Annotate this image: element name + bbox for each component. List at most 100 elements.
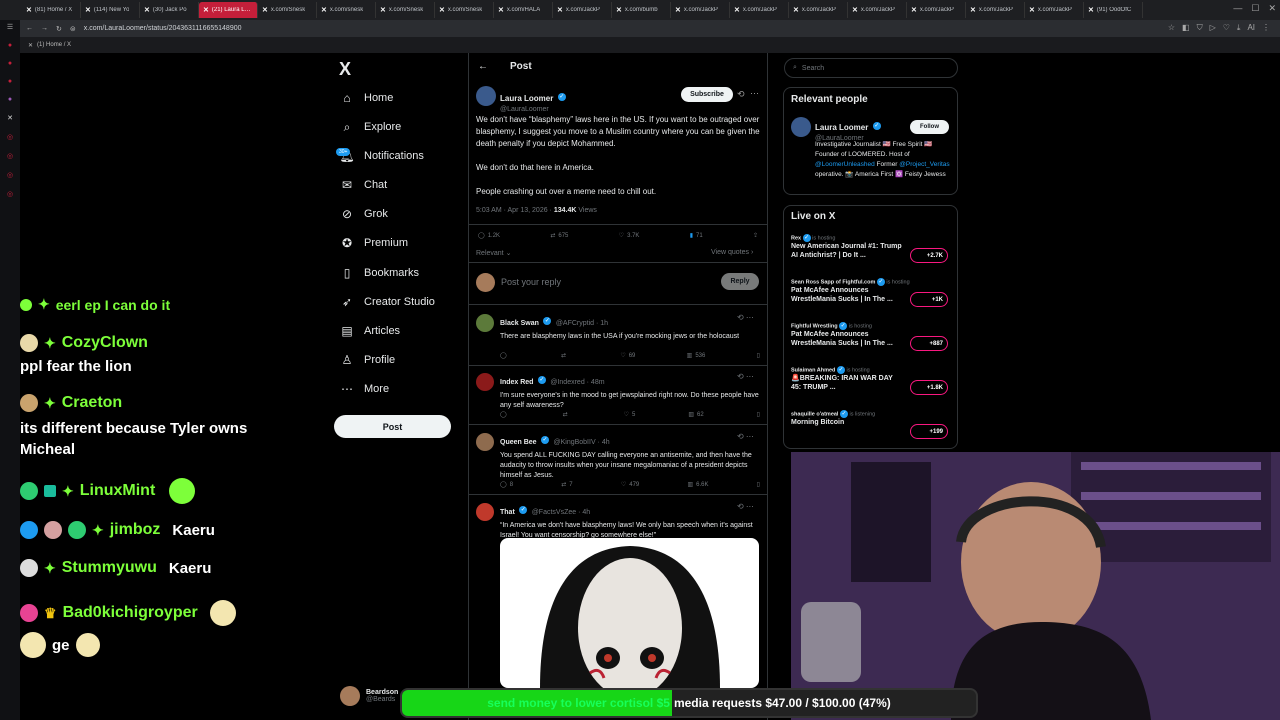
sort-dropdown[interactable]: Relevant ⌄	[476, 249, 511, 257]
maximize-icon[interactable]: ☐	[1251, 3, 1259, 14]
ext-icon[interactable]: ◎	[7, 152, 13, 160]
ext-icon[interactable]: ●	[8, 42, 12, 49]
nav-item-more[interactable]: ⋯ More	[340, 382, 389, 396]
reply-handle[interactable]: @AFCryptid · 1h	[556, 320, 608, 327]
browser-tab[interactable]: ✕ (81) Home / X	[22, 2, 81, 18]
heart-icon[interactable]: ♡	[1223, 23, 1230, 33]
reply-author[interactable]: Index Red	[500, 379, 533, 386]
space-host[interactable]: shaquille o'atmeal	[791, 411, 838, 417]
post-time[interactable]: 5:03 AM · Apr 13, 2026 ·	[476, 207, 552, 214]
nav-item-bookmarks[interactable]: ▯ Bookmarks	[340, 266, 419, 280]
grok-icon[interactable]: ⟲	[737, 89, 745, 100]
extension-icon[interactable]: ◧	[1182, 23, 1190, 33]
reply-action[interactable]: ◯ 8	[500, 481, 513, 489]
x-logo[interactable]: X	[339, 59, 351, 80]
space-host[interactable]: Sulaiman Ahmed	[791, 367, 835, 373]
views-action[interactable]: ▥ 536	[687, 352, 706, 360]
close-window-icon[interactable]: ✕	[1268, 3, 1276, 14]
space-host[interactable]: Sean Ross Sapp of Fightful.com	[791, 279, 875, 285]
browser-tab[interactable]: ✕ x.com/JackP	[553, 2, 612, 18]
ext-icon[interactable]: ◎	[7, 190, 13, 198]
bookmark-action[interactable]: ▮ 71	[690, 232, 703, 240]
menu-icon[interactable]: ☰	[7, 23, 13, 31]
chat-username[interactable]: CozyClown	[62, 334, 148, 352]
nav-item-explore[interactable]: ⌕ Explore	[340, 120, 402, 134]
nav-item-creator-studio[interactable]: ➶ Creator Studio	[340, 295, 435, 309]
more-options-icon[interactable]: ⟲ ⋯	[737, 372, 754, 381]
browser-tab[interactable]: ✕ x.com/bumb	[612, 2, 671, 18]
avatar[interactable]	[476, 503, 494, 521]
reply-author[interactable]: Queen Bee	[500, 439, 537, 446]
browser-tab[interactable]: ✕ x.com/JackP	[848, 2, 907, 18]
views-action[interactable]: ▥ 62	[688, 411, 703, 419]
site-info-icon[interactable]: ⊜	[70, 25, 76, 33]
share-action[interactable]: ⇪	[753, 232, 758, 239]
bookmark-star-icon[interactable]: ☆	[1168, 23, 1175, 33]
browser-tab[interactable]: ✕ x.com/JackP	[907, 2, 966, 18]
avatar[interactable]	[476, 433, 494, 451]
like-action[interactable]: ♡ 3.7K	[619, 232, 640, 240]
download-icon[interactable]: ⤓	[1237, 23, 1241, 33]
person-name[interactable]: Laura Loomer	[815, 123, 868, 132]
more-options-icon[interactable]: ⟲ ⋯	[737, 313, 754, 322]
like-action[interactable]: ♡ 479	[621, 481, 639, 489]
chat-username[interactable]: jimboz	[110, 521, 161, 539]
bookmark-action[interactable]: ▯	[757, 411, 760, 418]
reply-handle[interactable]: @FactsVsZee · 4h	[532, 509, 590, 516]
chat-username[interactable]: Craeton	[62, 394, 122, 412]
repost-action[interactable]: ⇄	[561, 352, 569, 359]
browser-tab[interactable]: ✕ x.com/JackP	[789, 2, 848, 18]
browser-tab[interactable]: ✕ x.com/snesk	[317, 2, 376, 18]
chat-username[interactable]: Stummyuwu	[62, 559, 157, 577]
reply-media-image[interactable]	[500, 538, 759, 688]
author-name[interactable]: Laura Loomer	[500, 94, 553, 103]
reply-action[interactable]: ◯	[500, 411, 510, 418]
follow-button[interactable]: Follow	[910, 120, 949, 134]
avatar[interactable]	[791, 117, 811, 137]
reply-handle[interactable]: @Indexred · 48m	[550, 379, 604, 386]
space-host[interactable]: Fightful Wrestling	[791, 323, 838, 329]
space-listener-count[interactable]: +1K	[910, 292, 948, 307]
back-icon[interactable]: ←	[26, 25, 33, 32]
space-host[interactable]: Rex	[791, 235, 801, 241]
bookmark-item[interactable]: (1) Home / X	[37, 42, 71, 48]
reply-post[interactable]: Black Swan ✓ @AFCryptid · 1h There are bl…	[500, 312, 760, 342]
browser-tab[interactable]: ✕ x.com/JackP	[671, 2, 730, 18]
bio-link[interactable]: @Project_Veritas	[899, 161, 949, 168]
nav-item-profile[interactable]: ♙ Profile	[340, 353, 396, 367]
browser-tab[interactable]: ✕ (114) New Yo	[81, 2, 140, 18]
reply-post[interactable]: Index Red ✓ @Indexred · 48m I'm sure ever…	[500, 371, 760, 411]
reply-post[interactable]: Queen Bee ✓ @KingBobIIV · 4h You spend AL…	[500, 431, 760, 481]
nav-item-notifications[interactable]: 🔔︎ Notifications	[339, 149, 424, 163]
play-icon[interactable]: ▷	[1210, 23, 1216, 33]
avatar[interactable]	[476, 373, 494, 391]
like-action[interactable]: ♡ 69	[620, 352, 635, 360]
browser-tab[interactable]: ✕ (30) Jack Po	[140, 2, 199, 18]
browser-tab[interactable]: ✕ (91) OodOfC	[1084, 2, 1143, 18]
avatar[interactable]	[476, 314, 494, 332]
view-quotes-link[interactable]: View quotes ›	[711, 249, 753, 256]
search-bar[interactable]: ⌕ Search	[784, 58, 958, 78]
browser-tab[interactable]: ✕ x.com/JackP	[730, 2, 789, 18]
url-text[interactable]: x.com/LauraLoomer/status/204363111665514…	[84, 25, 242, 32]
post-button[interactable]: Post	[334, 415, 451, 438]
reply-button[interactable]: Reply	[721, 273, 759, 290]
chat-username[interactable]: LinuxMint	[80, 482, 156, 500]
nav-item-articles[interactable]: ▤ Articles	[340, 324, 400, 338]
bio-link[interactable]: @LoomerUnleashed	[815, 161, 875, 168]
minimize-icon[interactable]: —	[1233, 3, 1242, 14]
forward-icon[interactable]: →	[41, 25, 48, 32]
browser-tab[interactable]: ✕ x.com/Snesk	[435, 2, 494, 18]
ext-icon[interactable]: ●	[8, 78, 12, 85]
bookmark-action[interactable]: ▯	[757, 481, 760, 488]
nav-item-home[interactable]: ⌂ Home	[340, 91, 393, 105]
x-ext-icon[interactable]: ✕	[7, 114, 13, 122]
browser-tab[interactable]: ✕ x.com/Snesk	[258, 2, 317, 18]
browser-tab[interactable]: ✕ x.com/JackP	[1025, 2, 1084, 18]
reload-icon[interactable]: ↻	[56, 25, 62, 33]
views-action[interactable]: ▥ 6.6K	[687, 481, 708, 489]
more-options-icon[interactable]: ⟲ ⋯	[737, 502, 754, 511]
reply-action[interactable]: ◯	[500, 352, 510, 359]
more-options-icon[interactable]: ⟲ ⋯	[737, 432, 754, 441]
repost-action[interactable]: ⇄ 675	[550, 232, 568, 240]
